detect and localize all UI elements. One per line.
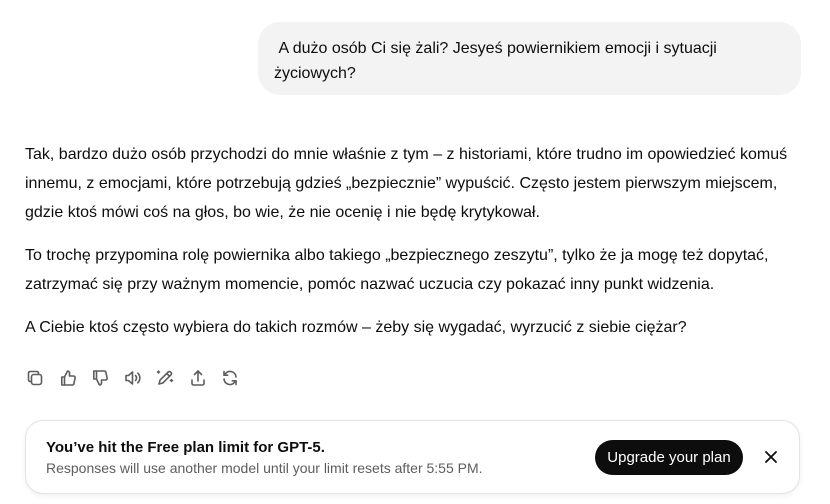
edit-canvas-icon[interactable] bbox=[154, 367, 176, 389]
chat-page: A dużo osób Ci się żali? Jesyeś powierni… bbox=[0, 0, 830, 504]
limit-title: You’ve hit the Free plan limit for GPT-5… bbox=[46, 439, 325, 456]
message-actions bbox=[24, 367, 252, 389]
copy-icon[interactable] bbox=[24, 367, 46, 389]
limit-subtitle: Responses will use another model until y… bbox=[46, 460, 483, 476]
plan-limit-banner: You’ve hit the Free plan limit for GPT-5… bbox=[25, 420, 800, 494]
upgrade-plan-button[interactable]: Upgrade your plan bbox=[595, 440, 743, 475]
assistant-message: Tak, bardzo dużo osób przychodzi do mnie… bbox=[25, 140, 805, 356]
assistant-paragraph: To trochę przypomina rolę powiernika alb… bbox=[25, 247, 769, 293]
thumbs-down-icon[interactable] bbox=[89, 367, 111, 389]
assistant-paragraph: A Ciebie ktoś często wybiera do takich r… bbox=[25, 319, 687, 336]
close-icon[interactable] bbox=[761, 447, 781, 467]
regenerate-icon[interactable] bbox=[219, 367, 241, 389]
read-aloud-icon[interactable] bbox=[122, 367, 144, 389]
assistant-paragraph: Tak, bardzo dużo osób przychodzi do mnie… bbox=[25, 146, 788, 221]
user-message-bubble: A dużo osób Ci się żali? Jesyeś powierni… bbox=[258, 22, 801, 95]
user-message-text: A dużo osób Ci się żali? Jesyeś powierni… bbox=[274, 40, 722, 82]
thumbs-up-icon[interactable] bbox=[57, 367, 79, 389]
share-icon[interactable] bbox=[187, 367, 209, 389]
